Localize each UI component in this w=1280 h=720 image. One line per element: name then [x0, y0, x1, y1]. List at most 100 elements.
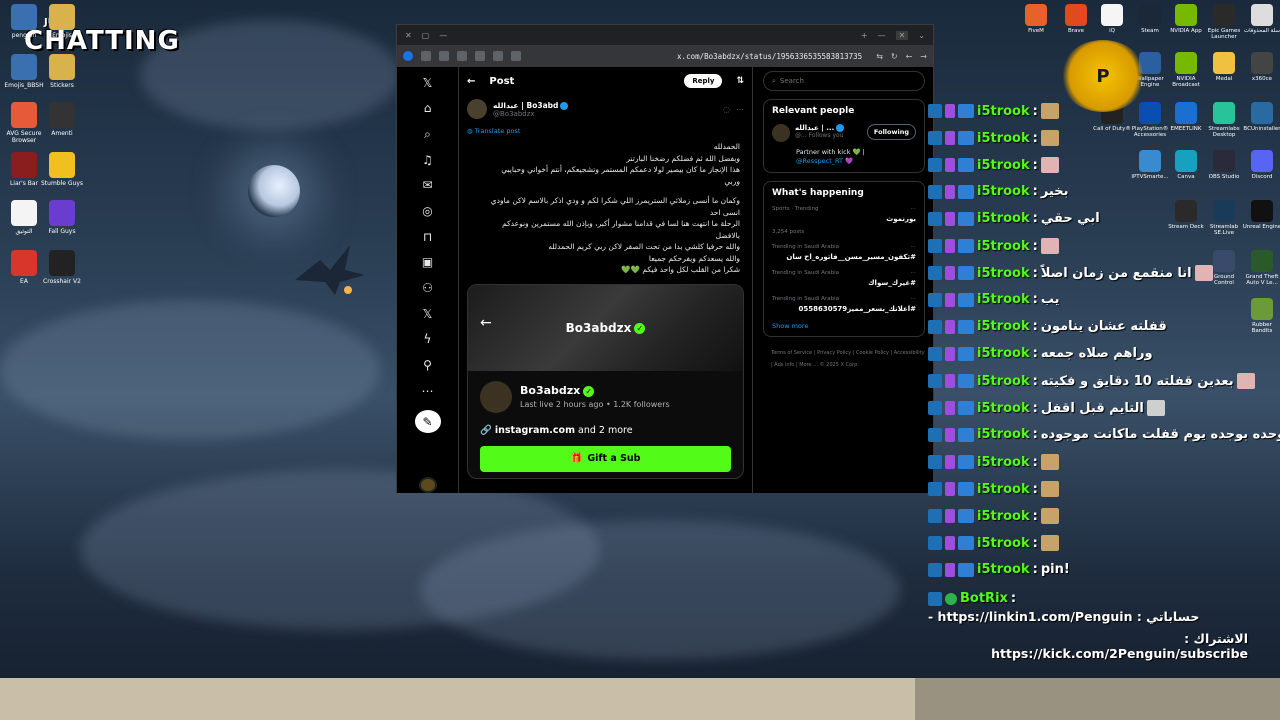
desktop-icon[interactable]: Canva	[1166, 150, 1206, 180]
chat-username[interactable]: i5trook	[977, 346, 1030, 361]
tab-icon[interactable]: ▢	[422, 31, 430, 40]
chat-username[interactable]: i5trook	[977, 158, 1030, 173]
author-handle[interactable]: @Bo3abdzx	[493, 110, 568, 118]
desktop-icon[interactable]: EMEETLINK	[1166, 102, 1206, 132]
desktop-icon[interactable]: Crosshair V2	[40, 250, 84, 285]
chevron-down-icon[interactable]: ⌄	[918, 31, 925, 40]
translate-post-link[interactable]: ◍ Translate post	[467, 127, 744, 135]
x-logo-icon[interactable]: 𝕏	[419, 75, 437, 91]
desktop-icon[interactable]: Epic Games Launcher	[1204, 4, 1244, 40]
more-links[interactable]: and 2 more	[578, 425, 633, 436]
profile-icon[interactable]	[403, 51, 413, 61]
back-icon[interactable]: ←	[906, 52, 913, 61]
desktop-icon[interactable]: PlayStation® Accessories	[1130, 102, 1170, 138]
bio-mention[interactable]: @Resspect_RT 💜	[796, 157, 916, 166]
author-name[interactable]: عبدالله | Bo3abd	[493, 101, 558, 110]
communities-icon[interactable]: ⚇	[419, 280, 437, 296]
desktop-icon[interactable]: Unreal Engine	[1242, 200, 1280, 230]
desktop-icon[interactable]: NVIDIA Broadcast	[1166, 52, 1206, 88]
trend-title[interactable]: #تكفون_مسير_مسن__فاتوره_اح سان	[772, 253, 916, 261]
relevant-person[interactable]: عبدالله | ... @... Follows you Following	[772, 124, 916, 142]
trend-title[interactable]: بورنموث	[772, 215, 916, 223]
chat-username[interactable]: i5trook	[977, 184, 1030, 199]
desktop-icon[interactable]: FiveM	[1016, 4, 1056, 34]
back-arrow-icon[interactable]: ←	[467, 76, 475, 87]
more-options-icon[interactable]: ⋯	[911, 206, 917, 212]
verified-orgs-icon[interactable]: ϟ	[419, 331, 437, 347]
footer-links[interactable]: Terms of Service | Privacy Policy | Cook…	[763, 347, 925, 371]
trend-title[interactable]: #اعلانك_بسعر_مميز0558630579	[772, 305, 916, 313]
desktop-icon[interactable]: Stream Deck	[1166, 200, 1206, 230]
grok-icon[interactable]: ◎	[419, 203, 437, 219]
desktop-icon[interactable]: Stumble Guys	[40, 152, 84, 187]
url-field[interactable]: x.com/Bo3abdzx/status/195633653558381373…	[529, 52, 868, 61]
chat-username[interactable]: i5trook	[977, 509, 1030, 524]
desktop-icon[interactable]: Discord	[1242, 150, 1280, 180]
notifications-icon[interactable]: ♫	[419, 152, 437, 168]
close-button[interactable]: ✕	[895, 30, 909, 40]
desktop-icon[interactable]: Grand Theft Auto V Le...	[1242, 250, 1280, 286]
avatar[interactable]	[467, 99, 487, 119]
trend-title[interactable]: #غيرك_سواك	[772, 279, 916, 287]
more-options-icon[interactable]: ⋯	[736, 105, 744, 114]
desktop-icon[interactable]: Streamlab SE.Live	[1204, 200, 1244, 236]
chat-username[interactable]: i5trook	[977, 401, 1030, 416]
desktop-icon[interactable]: Stickers	[40, 54, 84, 89]
kick-channel-card[interactable]: ← Bo3abdzx ✓ Bo3abdzx ✓ Last live 2 hours …	[467, 283, 744, 479]
chat-username[interactable]: i5trook	[977, 211, 1030, 226]
chat-username[interactable]: i5trook	[977, 104, 1030, 119]
minimize-button[interactable]: —	[878, 31, 886, 40]
desktop-icon[interactable]: Steam	[1130, 4, 1170, 34]
more-icon[interactable]: ⋯	[419, 383, 437, 399]
desktop-icon[interactable]: OBS Studio	[1204, 150, 1244, 180]
show-more-link[interactable]: Show more	[772, 322, 916, 330]
tab-minimize[interactable]: —	[439, 31, 447, 40]
desktop-icon[interactable]: Medal	[1204, 52, 1244, 82]
post-author[interactable]: عبدالله | Bo3abd @Bo3abdzx ◌ ⋯	[467, 99, 744, 119]
extension-icon[interactable]	[421, 51, 431, 61]
chat-username[interactable]: i5trook	[977, 292, 1030, 307]
desktop-icon[interactable]: x360ce	[1242, 52, 1280, 82]
card-links[interactable]: 🔗 instagram.com and 2 more	[468, 417, 743, 442]
shield-icon[interactable]	[457, 51, 467, 61]
desktop-icon[interactable]: BCUninstaller	[1242, 102, 1280, 132]
bookmark-icon[interactable]	[475, 51, 485, 61]
chat-username[interactable]: i5trook	[977, 482, 1030, 497]
reload-icon[interactable]: ↻	[891, 52, 898, 61]
trend-item[interactable]: Trending in Saudi Arabia ⋯ #تكفون_مسير_مسن…	[772, 244, 916, 261]
avatar[interactable]	[480, 380, 512, 413]
trend-item[interactable]: Sports · Trending ⋯ بورنموث 3,254 posts	[772, 206, 916, 235]
chat-username[interactable]: i5trook	[977, 266, 1030, 281]
instagram-link[interactable]: instagram.com	[495, 425, 575, 436]
more-options-icon[interactable]: ⋯	[911, 296, 917, 302]
desktop-icon[interactable]: Amenti	[40, 102, 84, 137]
channel-name[interactable]: Bo3abdzx	[520, 384, 580, 397]
desktop-icon[interactable]: NVIDIA App	[1166, 4, 1206, 34]
settings-sliders-icon[interactable]: ⇅	[736, 76, 744, 86]
chat-username[interactable]: i5trook	[977, 536, 1030, 551]
desktop-icon[interactable]: Fall Guys	[40, 200, 84, 235]
chat-username[interactable]: i5trook	[977, 374, 1030, 389]
profile-icon[interactable]: ⚲	[419, 357, 437, 373]
person-name[interactable]: عبدالله | ...	[795, 124, 834, 132]
search-icon[interactable]: ⌕	[419, 126, 437, 142]
grok-icon[interactable]: ◌	[723, 105, 730, 114]
desktop-icon[interactable]: سلة المحذوفات	[1242, 4, 1280, 34]
messages-icon[interactable]: ✉	[419, 178, 437, 194]
desktop-icon[interactable]: Streamlabs Desktop	[1204, 102, 1244, 138]
account-avatar[interactable]	[418, 476, 437, 494]
back-arrow-icon[interactable]: ←	[480, 315, 492, 331]
trend-item[interactable]: Trending in Saudi Arabia ⋯ #اعلانك_بسعر_مم…	[772, 296, 916, 313]
bookmarks-icon[interactable]: ⊓	[419, 229, 437, 245]
desktop-icon[interactable]: Rubber Bandits	[1242, 298, 1280, 334]
chat-username[interactable]: i5trook	[977, 427, 1030, 442]
desktop-icon[interactable]: Brave	[1056, 4, 1096, 34]
desktop-icon[interactable]: Emojis	[40, 4, 84, 39]
cube-icon[interactable]	[493, 51, 503, 61]
split-view-icon[interactable]: ⇆	[876, 52, 883, 61]
screenshot-icon[interactable]	[511, 51, 521, 61]
search-input[interactable]: ⌕ Search	[763, 71, 925, 91]
desktop-icon[interactable]: iQ	[1092, 4, 1132, 34]
home-icon[interactable]: ⌂	[419, 101, 437, 117]
trend-item[interactable]: Trending in Saudi Arabia ⋯ #غيرك_سواك	[772, 270, 916, 287]
